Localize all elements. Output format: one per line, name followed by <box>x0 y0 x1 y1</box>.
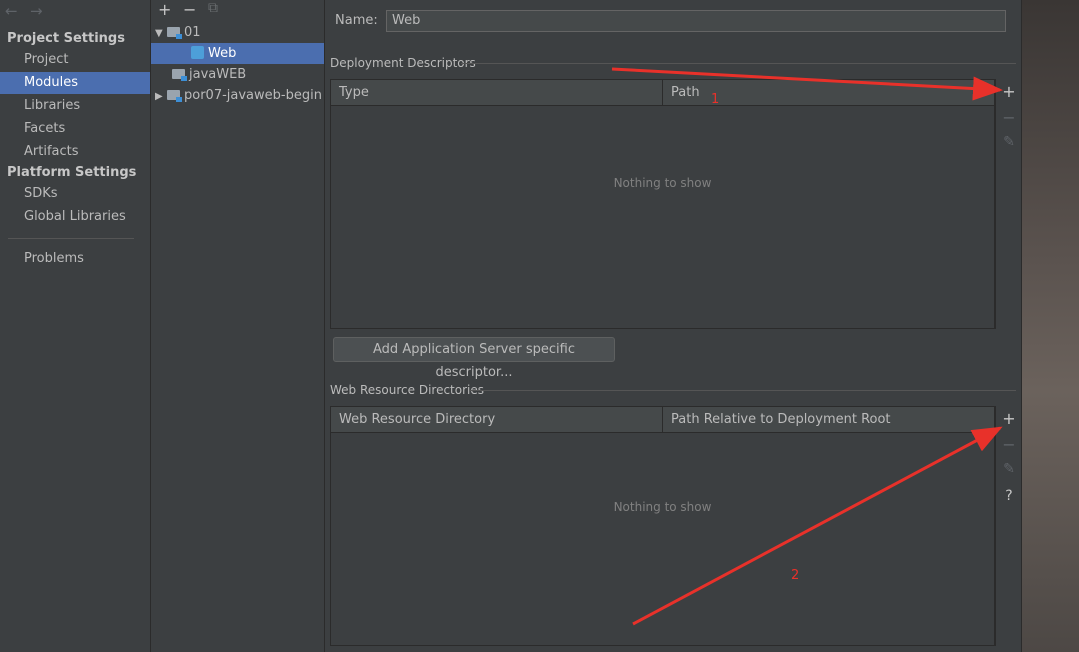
resources-toolbar: + − ✎ ? <box>995 406 1021 646</box>
annotation-label-2: 2 <box>791 568 800 583</box>
tree-node-label: 01 <box>184 25 201 40</box>
tree-node-label: Web <box>208 46 237 61</box>
column-header-type[interactable]: Type <box>331 80 662 105</box>
name-label: Name: <box>335 13 378 28</box>
module-tree: + − ⧉ ▼ 01 Web javaWEB ▶ por07-javaweb-beg… <box>151 0 325 652</box>
copy-icon[interactable]: ⧉ <box>208 0 218 16</box>
help-icon[interactable]: ? <box>996 488 1022 504</box>
empty-state-text: Nothing to show <box>613 176 712 190</box>
nav-separator <box>8 238 134 239</box>
nav-item-global-libraries[interactable]: Global Libraries <box>0 206 150 228</box>
remove-resource-icon[interactable]: − <box>996 435 1022 454</box>
tree-node-label: por07-javaweb-begin <box>184 88 322 103</box>
platform-settings-heading: Platform Settings <box>7 165 137 180</box>
background-window <box>1022 0 1079 652</box>
settings-nav: ← → Project Settings Project Modules Lib… <box>0 0 151 652</box>
add-server-descriptor-button[interactable]: Add Application Server specific descript… <box>333 337 615 380</box>
expand-down-icon[interactable]: ▼ <box>155 23 167 44</box>
expand-right-icon[interactable]: ▶ <box>155 86 167 107</box>
nav-item-modules[interactable]: Modules <box>0 72 150 94</box>
edit-descriptor-icon[interactable]: ✎ <box>996 134 1022 150</box>
deployment-descriptors-heading: Deployment Descriptors <box>330 56 476 70</box>
add-resource-icon[interactable]: + <box>996 409 1022 428</box>
annotation-label-1: 1 <box>711 92 720 107</box>
nav-item-project[interactable]: Project <box>0 49 150 71</box>
add-icon[interactable]: + <box>158 0 171 19</box>
remove-descriptor-icon[interactable]: − <box>996 108 1022 127</box>
deployment-toolbar: + − ✎ <box>995 79 1021 329</box>
deployment-descriptors-table[interactable]: Type Path Nothing to show <box>330 79 995 329</box>
name-input[interactable]: Web <box>386 10 1006 32</box>
tree-node-01[interactable]: ▼ 01 <box>151 22 324 43</box>
nav-item-libraries[interactable]: Libraries <box>0 95 150 117</box>
nav-item-artifacts[interactable]: Artifacts <box>0 141 150 163</box>
nav-item-facets[interactable]: Facets <box>0 118 150 140</box>
module-folder-icon <box>167 90 182 102</box>
empty-state-text: Nothing to show <box>613 500 712 514</box>
tree-node-por07-javaweb-begin[interactable]: ▶ por07-javaweb-begin <box>151 85 324 106</box>
project-settings-heading: Project Settings <box>7 31 125 46</box>
table-header: Web Resource Directory Path Relative to … <box>331 407 994 433</box>
edit-resource-icon[interactable]: ✎ <box>996 461 1022 477</box>
tree-node-label: javaWEB <box>189 67 247 82</box>
web-facet-icon <box>191 46 204 59</box>
nav-item-problems[interactable]: Problems <box>0 248 150 270</box>
module-folder-icon <box>172 69 187 81</box>
column-header-web-resource-directory[interactable]: Web Resource Directory <box>331 407 662 432</box>
web-facet-panel: Name: Web Deployment Descriptors Type Pa… <box>325 0 1022 652</box>
module-folder-icon <box>167 27 182 39</box>
column-header-relative-path[interactable]: Path Relative to Deployment Root <box>663 407 996 432</box>
web-resource-directories-heading: Web Resource Directories <box>330 383 484 397</box>
table-header: Type Path <box>331 80 994 106</box>
group-divider <box>470 390 1016 391</box>
group-divider <box>461 63 1016 64</box>
web-resource-directories-table[interactable]: Web Resource Directory Path Relative to … <box>330 406 995 646</box>
remove-icon[interactable]: − <box>183 0 196 19</box>
tree-node-javaweb[interactable]: javaWEB <box>151 64 324 85</box>
nav-item-sdks[interactable]: SDKs <box>0 183 150 205</box>
tree-node-web[interactable]: Web <box>151 43 324 64</box>
back-arrow-icon[interactable]: ← <box>5 2 18 20</box>
add-descriptor-icon[interactable]: + <box>996 82 1022 101</box>
forward-arrow-icon[interactable]: → <box>30 2 43 20</box>
